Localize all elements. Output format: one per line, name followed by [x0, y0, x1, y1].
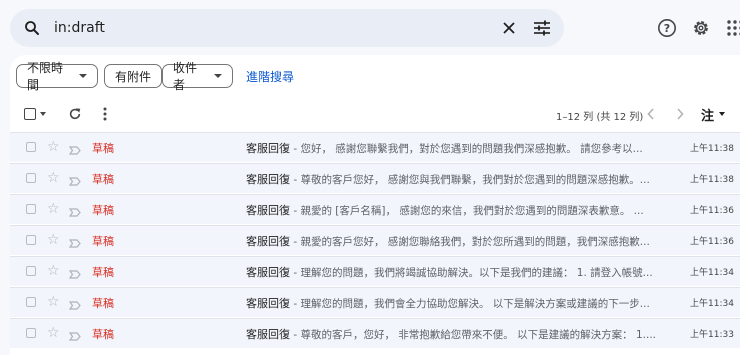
- email-row[interactable]: ☆ 草稿 客服回復 - 親愛的 [客戶名稱]， 感謝您的來信，我們對於您遇到的問…: [10, 194, 740, 224]
- star-icon[interactable]: ☆: [47, 231, 60, 249]
- separator: -: [290, 236, 301, 248]
- email-time: 上午11:36: [690, 206, 734, 216]
- email-subject: 客服回復: [246, 204, 290, 217]
- email-time: 上午11:38: [690, 175, 734, 185]
- email-snippet: 您好， 感謝您聯繫我們，對於您遇到的問題我們深感抱歉。 請您參考以...: [300, 143, 643, 155]
- email-subject: 客服回復: [246, 328, 290, 341]
- email-subject-line: 客服回復 - 您好， 感謝您聯繫我們，對於您遇到的問題我們深感抱歉。 請您參考以…: [246, 140, 658, 156]
- separator: -: [290, 174, 301, 186]
- email-time: 上午11:36: [690, 237, 734, 247]
- email-snippet: 理解您的問題，我們會全力協助您解決。 以下是解決方案或建議的下一步...: [300, 298, 650, 310]
- more-icon[interactable]: [98, 105, 112, 123]
- star-icon[interactable]: ☆: [47, 262, 60, 280]
- email-snippet: 親愛的 [客戶名稱]， 感謝您的來信，我們對於您遇到的問題深表歉意。 ...: [300, 205, 644, 217]
- chevron-down-icon: [214, 74, 222, 78]
- draft-label: 草稿: [92, 297, 114, 310]
- email-subject: 客服回復: [246, 266, 290, 279]
- prev-page-icon[interactable]: [644, 105, 658, 123]
- apps-icon[interactable]: [718, 11, 740, 45]
- row-checkbox[interactable]: [26, 204, 36, 214]
- email-row[interactable]: ☆ 草稿 客服回復 - 您好， 感謝您聯繫我們，對於您遇到的問題我們深感抱歉。 …: [10, 132, 740, 162]
- email-subject-line: 客服回復 - 親愛的 [客戶名稱]， 感謝您的來信，我們對於您遇到的問題深表歉意…: [246, 202, 658, 218]
- filter-chip-recipient[interactable]: 收件者: [162, 61, 233, 92]
- email-row[interactable]: ☆ 草稿 客服回復 - 理解您的問題，我們會全力協助您解決。 以下是解決方案或建…: [10, 287, 740, 317]
- select-all-checkbox[interactable]: [23, 107, 37, 121]
- email-subject-line: 客服回復 - 理解您的問題，我們會全力協助您解決。 以下是解決方案或建議的下一步…: [246, 295, 658, 311]
- email-time: 上午11:34: [690, 268, 734, 278]
- svg-text:?: ?: [664, 22, 670, 35]
- email-subject-line: 客服回復 - 尊敬的客戶，您好， 非常抱歉給您帶來不便。 以下是建議的解決方案：…: [246, 326, 658, 342]
- mail-list-panel: 不限時間 有附件 收件者 進階搜尋 1–12 列 (共 12 列) 注 ☆ 草稿: [10, 55, 740, 355]
- row-checkbox[interactable]: [26, 328, 36, 338]
- email-subject-line: 客服回復 - 親愛的客戶您好， 感謝您聯絡我們，對於您所遇到的問題，我們深感抱歉…: [246, 233, 658, 249]
- important-icon[interactable]: [68, 295, 81, 314]
- settings-icon[interactable]: [684, 11, 718, 45]
- email-snippet: 尊敬的客戶，您好， 非常抱歉給您帶來不便。 以下是建議的解決方案： 1....: [300, 329, 657, 341]
- email-subject: 客服回復: [246, 142, 290, 155]
- row-checkbox[interactable]: [26, 142, 36, 152]
- important-icon[interactable]: [68, 140, 81, 159]
- chevron-down-icon: [79, 74, 87, 78]
- search-icon[interactable]: [20, 9, 44, 47]
- important-icon[interactable]: [68, 264, 81, 283]
- help-icon[interactable]: ?: [650, 11, 684, 45]
- separator: -: [290, 205, 301, 217]
- email-row[interactable]: ☆ 草稿 客服回復 - 尊敬的客戶您好， 感謝您與我們聯繫，我們對於您遇到的問題…: [10, 163, 740, 193]
- draft-label: 草稿: [92, 204, 114, 217]
- sort-menu-label[interactable]: 注: [701, 105, 714, 124]
- advanced-search-link[interactable]: 進階搜尋: [246, 68, 294, 85]
- star-icon[interactable]: ☆: [47, 169, 60, 187]
- chevron-down-icon[interactable]: [718, 111, 726, 117]
- important-icon[interactable]: [68, 202, 81, 221]
- pagination-info: 1–12 列 (共 12 列): [556, 112, 644, 123]
- search-input[interactable]: [54, 17, 474, 39]
- separator: -: [290, 267, 301, 279]
- important-icon[interactable]: [68, 233, 81, 252]
- email-time: 上午11:33: [690, 330, 734, 340]
- row-checkbox[interactable]: [26, 266, 36, 276]
- filter-chip-attachment[interactable]: 有附件: [104, 64, 162, 88]
- email-row[interactable]: ☆ 草稿 客服回復 - 理解您的問題，我們將竭誠協助解決。以下是我們的建議： 1…: [10, 256, 740, 286]
- select-dropdown-icon[interactable]: [38, 109, 48, 119]
- search-options-icon[interactable]: [529, 9, 555, 47]
- draft-label: 草稿: [92, 328, 114, 341]
- star-icon[interactable]: ☆: [47, 293, 60, 311]
- row-checkbox[interactable]: [26, 235, 36, 245]
- row-checkbox[interactable]: [26, 173, 36, 183]
- important-icon[interactable]: [68, 171, 81, 190]
- next-page-icon[interactable]: [673, 105, 687, 123]
- email-snippet: 親愛的客戶您好， 感謝您聯絡我們，對於您所遇到的問題，我們深感抱歉...: [300, 236, 650, 248]
- star-icon[interactable]: ☆: [47, 324, 60, 342]
- filter-chip-recipient-label: 收件者: [173, 61, 198, 92]
- email-subject: 客服回復: [246, 297, 290, 310]
- select-all-icon: [24, 108, 36, 120]
- star-icon[interactable]: ☆: [47, 200, 60, 218]
- important-icon[interactable]: [68, 326, 81, 345]
- email-subject: 客服回復: [246, 235, 290, 248]
- search-box[interactable]: [10, 9, 564, 47]
- email-snippet: 尊敬的客戶您好， 感謝您與我們聯繫，我們對於您遇到的問題深感抱歉。...: [300, 174, 650, 186]
- draft-label: 草稿: [92, 173, 114, 186]
- separator: -: [290, 143, 301, 155]
- email-time: 上午11:34: [690, 299, 734, 309]
- draft-label: 草稿: [92, 142, 114, 155]
- filter-chip-attachment-label: 有附件: [115, 69, 152, 84]
- filter-chip-time[interactable]: 不限時間: [16, 61, 98, 92]
- email-subject-line: 客服回復 - 理解您的問題，我們將竭誠協助解決。以下是我們的建議： 1. 請登入…: [246, 264, 658, 280]
- email-snippet: 理解您的問題，我們將竭誠協助解決。以下是我們的建議： 1. 請登入帳號...: [300, 267, 653, 279]
- separator: -: [290, 298, 301, 310]
- draft-label: 草稿: [92, 235, 114, 248]
- draft-label: 草稿: [92, 266, 114, 279]
- row-checkbox[interactable]: [26, 297, 36, 307]
- email-time: 上午11:38: [690, 144, 734, 154]
- filter-chip-time-label: 不限時間: [27, 61, 64, 92]
- email-subject: 客服回復: [246, 173, 290, 186]
- refresh-icon[interactable]: [66, 105, 84, 123]
- star-icon[interactable]: ☆: [47, 138, 60, 156]
- email-row[interactable]: ☆ 草稿 客服回復 - 親愛的客戶您好， 感謝您聯絡我們，對於您所遇到的問題，我…: [10, 225, 740, 255]
- email-row[interactable]: ☆ 草稿 客服回復 - 尊敬的客戶，您好， 非常抱歉給您帶來不便。 以下是建議的…: [10, 318, 740, 348]
- email-subject-line: 客服回復 - 尊敬的客戶您好， 感謝您與我們聯繫，我們對於您遇到的問題深感抱歉。…: [246, 171, 658, 187]
- clear-icon[interactable]: [497, 9, 521, 47]
- separator: -: [290, 329, 301, 341]
